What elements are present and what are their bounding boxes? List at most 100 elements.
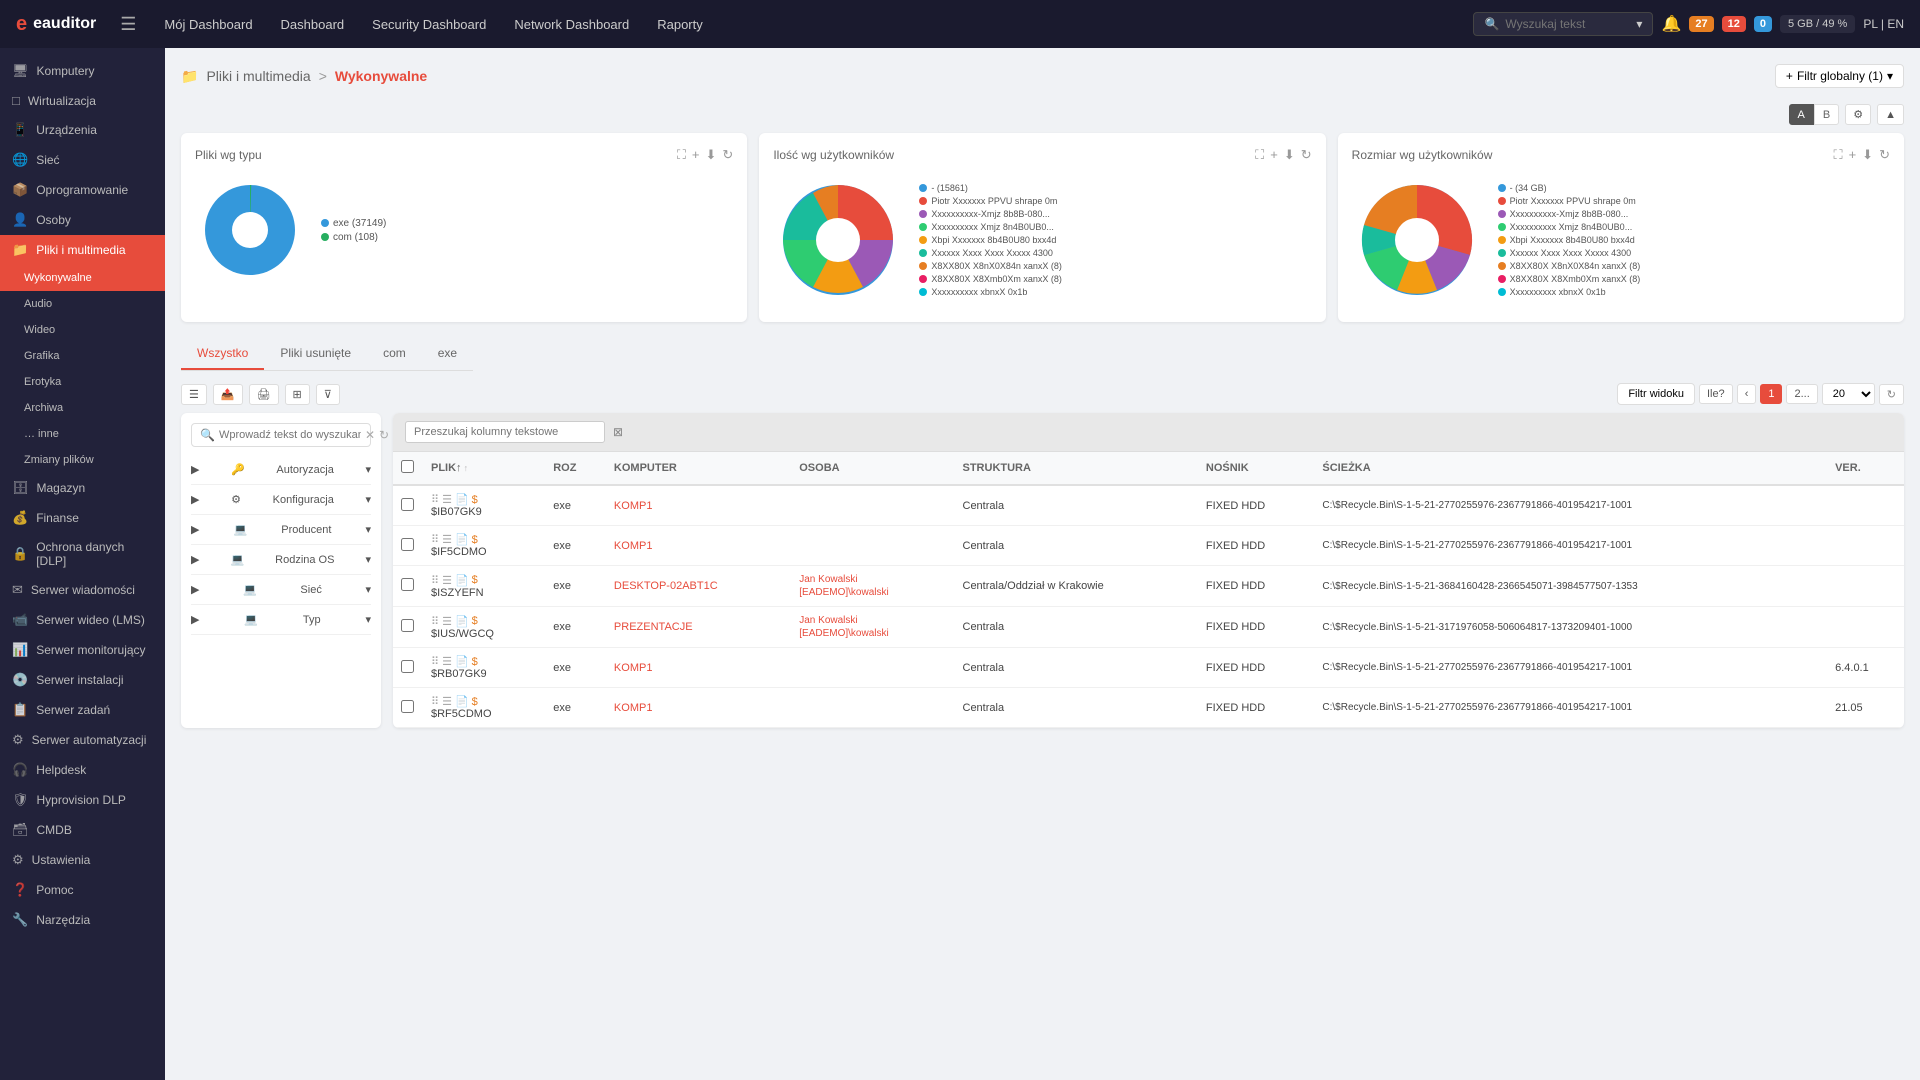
- row-action-list[interactable]: ☰: [442, 574, 452, 587]
- sidebar-item-dlp[interactable]: 🔒 Ochrona danych [DLP]: [0, 533, 165, 575]
- row-checkbox[interactable]: [401, 619, 414, 632]
- col-header-plik[interactable]: PLIK↑↑: [423, 452, 545, 485]
- filter-view-button[interactable]: Filtr widoku: [1617, 383, 1695, 405]
- sidebar-item-magazyn[interactable]: 🗄 Magazyn: [0, 473, 165, 503]
- sidebar-item-oprogramowanie[interactable]: 📦 Oprogramowanie: [0, 175, 165, 205]
- sidebar-item-finanse[interactable]: 💰 Finanse: [0, 503, 165, 533]
- export-button[interactable]: 📤: [213, 384, 243, 405]
- col-header-roz[interactable]: ROZ: [545, 452, 606, 485]
- sidebar-item-wideo[interactable]: Wideo: [0, 317, 165, 343]
- grid-view-button[interactable]: ⊞: [285, 384, 310, 405]
- filter-reset-icon[interactable]: ✕: [365, 428, 375, 442]
- row-action-grid[interactable]: ⠿: [431, 615, 439, 628]
- sidebar-item-audio[interactable]: Audio: [0, 291, 165, 317]
- col-header-osoba[interactable]: OSOBA: [791, 452, 954, 485]
- sidebar-item-siec[interactable]: 🌐 Sieć: [0, 145, 165, 175]
- filter-group-header[interactable]: ▶ 💻 Typ ▾: [191, 611, 371, 628]
- filter-search-input[interactable]: [219, 429, 361, 441]
- sidebar-item-serwer-zadan[interactable]: 📋 Serwer zadań: [0, 695, 165, 725]
- row-action-dollar[interactable]: $: [472, 574, 478, 586]
- computer-link[interactable]: KOMP1: [614, 500, 653, 512]
- sidebar-item-inne[interactable]: … inne: [0, 421, 165, 447]
- ab-toggle-b[interactable]: B: [1814, 104, 1839, 125]
- breadcrumb-parent[interactable]: Pliki i multimedia: [206, 68, 310, 84]
- ab-toggle-a[interactable]: A: [1789, 104, 1814, 125]
- computer-link[interactable]: KOMP1: [614, 702, 653, 714]
- prev-page-button[interactable]: ‹: [1737, 384, 1757, 404]
- row-action-grid[interactable]: ⠿: [431, 493, 439, 506]
- expand-icon-1[interactable]: ⛶: [677, 147, 686, 163]
- filter-group-header[interactable]: ▶ 💻 Producent ▾: [191, 521, 371, 538]
- person-link[interactable]: Jan Kowalski[EADEMO]\kowalski: [799, 615, 888, 639]
- sidebar-item-serwer-wiadomosci[interactable]: ✉ Serwer wiadomości: [0, 575, 165, 605]
- row-action-grid[interactable]: ⠿: [431, 533, 439, 546]
- nav-link-security[interactable]: Security Dashboard: [360, 11, 498, 38]
- filter-search-box[interactable]: 🔍 ✕ ↻: [191, 423, 371, 447]
- per-page-select[interactable]: 20 50 100: [1822, 383, 1875, 405]
- expand-icon-3[interactable]: ⛶: [1833, 147, 1842, 163]
- row-action-grid[interactable]: ⠿: [431, 695, 439, 708]
- row-action-list[interactable]: ☰: [442, 493, 452, 506]
- row-action-dollar[interactable]: $: [472, 494, 478, 506]
- sidebar-item-serwer-auto[interactable]: ⚙ Serwer automatyzacji: [0, 725, 165, 755]
- sidebar-item-narzedzia[interactable]: 🔧 Narzędzia: [0, 905, 165, 935]
- sidebar-item-cmdb[interactable]: 🗃 CMDB: [0, 815, 165, 845]
- add-icon-3[interactable]: +: [1849, 147, 1857, 163]
- sidebar-item-wirtualizacja[interactable]: □ Wirtualizacja: [0, 86, 165, 115]
- filter-toggle-button[interactable]: ⊽: [316, 384, 340, 405]
- computer-link[interactable]: KOMP1: [614, 662, 653, 674]
- sidebar-item-komputery[interactable]: 🖥 Komputery: [0, 56, 165, 86]
- filter-group-typ[interactable]: ▶ 💻 Typ ▾: [191, 605, 371, 635]
- sidebar-item-erotyka[interactable]: Erotyka: [0, 369, 165, 395]
- filter-group-producent[interactable]: ▶ 💻 Producent ▾: [191, 515, 371, 545]
- nav-link-dashboard[interactable]: Dashboard: [269, 11, 357, 38]
- filter-group-siec[interactable]: ▶ 💻 Sieć ▾: [191, 575, 371, 605]
- tab-com[interactable]: com: [367, 338, 422, 370]
- sidebar-item-urzadzenia[interactable]: 📱 Urządzenia: [0, 115, 165, 145]
- download-icon-3[interactable]: ⬇: [1862, 147, 1873, 163]
- tab-wszystko[interactable]: Wszystko: [181, 338, 264, 370]
- sidebar-item-serwer-inst[interactable]: 💿 Serwer instalacji: [0, 665, 165, 695]
- row-action-note[interactable]: 📄: [455, 615, 469, 628]
- filter-group-header[interactable]: ▶ 💻 Rodzina OS ▾: [191, 551, 371, 568]
- person-link[interactable]: Jan Kowalski[EADEMO]\kowalski: [799, 574, 888, 598]
- nav-link-moj-dashboard[interactable]: Mój Dashboard: [152, 11, 264, 38]
- row-action-list[interactable]: ☰: [442, 655, 452, 668]
- page-1-button[interactable]: 1: [1760, 384, 1782, 404]
- filter-group-rodzina-os[interactable]: ▶ 💻 Rodzina OS ▾: [191, 545, 371, 575]
- sidebar-item-pliki[interactable]: 📁 Pliki i multimedia: [0, 235, 165, 265]
- row-action-note[interactable]: 📄: [455, 655, 469, 668]
- table-text-search-input[interactable]: [405, 421, 605, 443]
- row-action-grid[interactable]: ⠿: [431, 574, 439, 587]
- computer-link[interactable]: PREZENTACJE: [614, 621, 693, 633]
- row-action-list[interactable]: ☰: [442, 695, 452, 708]
- refresh-icon-2[interactable]: ↻: [1301, 147, 1312, 163]
- row-checkbox[interactable]: [401, 538, 414, 551]
- row-checkbox[interactable]: [401, 498, 414, 511]
- sidebar-item-serwer-wideo[interactable]: 📹 Serwer wideo (LMS): [0, 605, 165, 635]
- row-action-note[interactable]: 📄: [455, 574, 469, 587]
- row-action-grid[interactable]: ⠿: [431, 655, 439, 668]
- filter-group-konfiguracja[interactable]: ▶ ⚙ Konfiguracja ▾: [191, 485, 371, 515]
- badge-blue[interactable]: 0: [1754, 16, 1772, 32]
- computer-link[interactable]: DESKTOP-02ABT1C: [614, 580, 718, 592]
- table-search-clear-icon[interactable]: ⊠: [613, 425, 623, 439]
- refresh-icon-1[interactable]: ↻: [722, 147, 733, 163]
- badge-orange[interactable]: 27: [1689, 16, 1713, 32]
- row-checkbox[interactable]: [401, 660, 414, 673]
- page-next-button[interactable]: 2...: [1786, 384, 1817, 404]
- download-icon-2[interactable]: ⬇: [1284, 147, 1295, 163]
- row-action-list[interactable]: ☰: [442, 533, 452, 546]
- notification-icon[interactable]: 🔔: [1661, 14, 1681, 34]
- filter-group-header[interactable]: ▶ 🔑 Autoryzacja ▾: [191, 461, 371, 478]
- sidebar-item-wykonywalne[interactable]: Wykonywalne: [0, 265, 165, 291]
- sidebar-item-archiwa[interactable]: Archiwa: [0, 395, 165, 421]
- download-icon-1[interactable]: ⬇: [706, 147, 717, 163]
- sidebar-item-zmiany[interactable]: Zmiany plików: [0, 447, 165, 473]
- sidebar-item-grafika[interactable]: Grafika: [0, 343, 165, 369]
- col-header-sciezka[interactable]: ŚCIEŻKA: [1314, 452, 1827, 485]
- global-search[interactable]: 🔍 ▾: [1473, 12, 1653, 36]
- row-action-dollar[interactable]: $: [472, 534, 478, 546]
- sidebar-item-ustawienia[interactable]: ⚙ Ustawienia: [0, 845, 165, 875]
- sidebar-item-osoby[interactable]: 👤 Osoby: [0, 205, 165, 235]
